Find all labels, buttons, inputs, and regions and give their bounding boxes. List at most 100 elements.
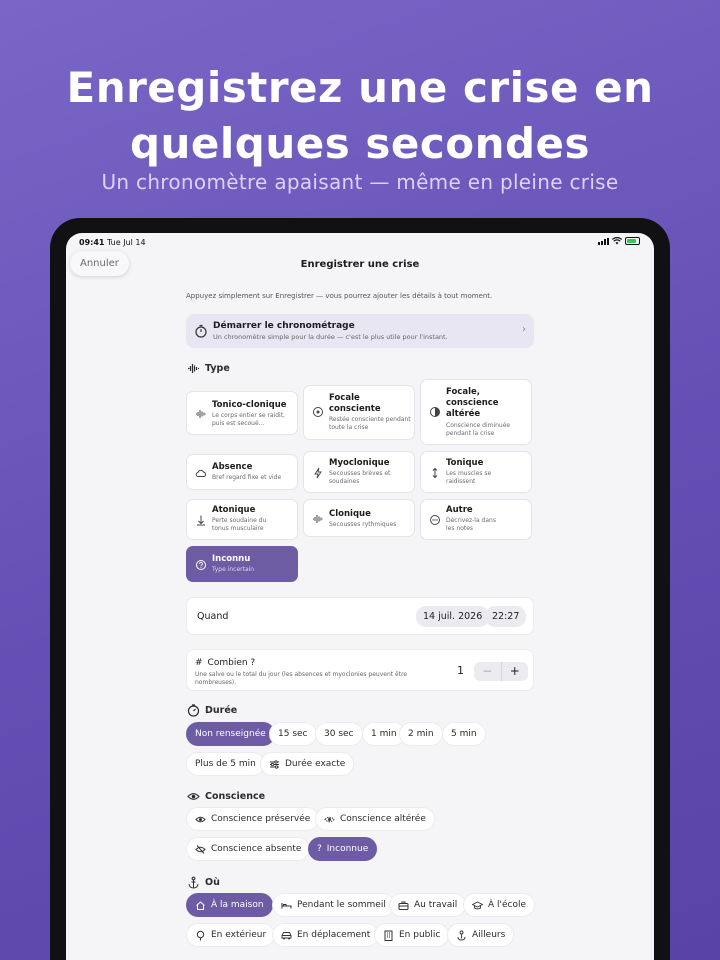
person-pin-icon (457, 930, 466, 940)
awareness-chip-unknown[interactable]: ? Inconnue (308, 837, 378, 861)
count-description: Une salve ou le total du jour (les absen… (195, 671, 408, 686)
location-chip-home[interactable]: À la maison (186, 893, 273, 917)
type-card-clonique[interactable]: Clonique Secousses rythmiques (303, 499, 415, 537)
signal-icon (598, 237, 609, 245)
bed-icon (281, 902, 292, 908)
count-stepper[interactable]: − + (474, 662, 528, 681)
duration-chip[interactable]: 15 sec (269, 722, 317, 746)
type-card-title: Tonique (446, 458, 484, 468)
half-circle-icon (430, 407, 440, 417)
type-card-desc: Secousses rythmiques (329, 521, 397, 528)
type-card-title: Absence (212, 462, 253, 472)
eye-dashed-icon (324, 816, 335, 822)
duration-chip[interactable]: Plus de 5 min (186, 752, 265, 776)
location-chip-work[interactable]: Au travail (389, 893, 467, 917)
timer-title: Démarrer le chronométrage (213, 321, 355, 331)
status-time: 09:41 (79, 238, 105, 247)
type-card-absence[interactable]: Absence Bref regard fixe et vide (186, 454, 298, 490)
type-card-desc: Décrivez-la dans les notes (446, 517, 496, 532)
location-section-label: Où (187, 876, 220, 889)
question-mark-icon: ? (317, 844, 322, 854)
type-card-autre[interactable]: Autre Décrivez-la dans les notes (420, 499, 532, 540)
eye-slash-icon (195, 844, 206, 854)
time-picker[interactable]: 22:27 (485, 606, 527, 627)
type-card-title: Focale consciente (329, 393, 381, 414)
count-value: 1 (457, 664, 464, 677)
duration-chip[interactable]: Non renseignée (186, 722, 275, 746)
type-card-desc: Les muscles se raidissent (446, 470, 492, 485)
type-card-title: Autre (446, 505, 473, 515)
location-chip-school[interactable]: À l'école (463, 893, 536, 917)
type-card-atonique[interactable]: Atonique Perte soudaine du tonus muscula… (186, 499, 298, 540)
question-circle-icon (196, 560, 206, 570)
type-card-title: Inconnu (212, 554, 251, 564)
chevron-right-icon: › (522, 324, 526, 335)
briefcase-icon (398, 901, 409, 910)
status-icons (598, 237, 640, 245)
duration-chip[interactable]: 2 min (399, 722, 443, 746)
status-bar: 09:41 Tue Jul 14 (66, 233, 654, 251)
type-card-title: Focale, conscience altérée (446, 387, 499, 419)
type-card-desc: Conscience diminuée pendant la crise (446, 422, 511, 437)
date-picker[interactable]: 14 juil. 2026 (416, 606, 490, 627)
awareness-chip-preserved[interactable]: Conscience préservée (186, 807, 320, 831)
type-card-inconnu[interactable]: Inconnu Type incertain (186, 546, 298, 582)
ellipsis-circle-icon (430, 515, 440, 525)
app-screen: 09:41 Tue Jul 14 Annuler Enregistrer une… (66, 233, 654, 960)
timer-subtitle: Un chronomètre simple pour la durée — c'… (213, 333, 448, 341)
count-row: # Combien ? Une salve ou le total du jou… (186, 649, 534, 691)
tree-icon (196, 930, 205, 940)
hash-icon: # (195, 658, 203, 668)
arrows-vertical-icon (432, 467, 438, 479)
increment-button[interactable]: + (502, 662, 529, 681)
duration-section-label: Durée (187, 704, 237, 717)
building-icon (384, 930, 393, 941)
hint-text: Appuyez simplement sur Enregistrer — vou… (186, 292, 493, 300)
start-timer-row[interactable]: Démarrer le chronométrage Un chronomètre… (186, 314, 534, 348)
type-card-title: Tonico-clonique (212, 400, 287, 410)
timer-icon (187, 704, 200, 717)
anchor-icon (188, 876, 199, 889)
type-card-desc: Restée consciente pendant toute la crise (329, 416, 411, 431)
type-card-tonico-clonique[interactable]: Tonico-clonique Le corps entier se raidi… (186, 391, 298, 435)
duration-exact-chip[interactable]: Durée exacte (260, 752, 355, 776)
when-label: Quand (197, 611, 229, 622)
cloud-icon (195, 469, 207, 477)
location-chip-transit[interactable]: En déplacement (272, 923, 380, 947)
location-chip-public[interactable]: En public (374, 923, 450, 947)
type-section-label: Type (187, 362, 230, 375)
awareness-chip-altered[interactable]: Conscience altérée (315, 807, 435, 831)
graduation-cap-icon (472, 900, 483, 909)
type-card-tonique[interactable]: Tonique Les muscles se raidissent (420, 451, 532, 493)
type-card-myoclonique[interactable]: Myoclonique Secousses brèves et soudaine… (303, 451, 415, 493)
type-card-desc: Secousses brèves et soudaines (329, 470, 391, 485)
waveform-icon (313, 515, 323, 523)
type-card-focale-consciente[interactable]: Focale consciente Restée consciente pend… (303, 385, 415, 440)
duration-chip[interactable]: 5 min (442, 722, 486, 746)
car-icon (281, 931, 292, 939)
battery-icon (625, 237, 640, 245)
awareness-chip-absent[interactable]: Conscience absente (186, 837, 311, 861)
type-card-focale-alteree[interactable]: Focale, conscience altérée Conscience di… (420, 379, 532, 445)
type-card-title: Myoclonique (329, 458, 390, 468)
eye-icon (195, 816, 206, 822)
bolt-icon (314, 467, 322, 479)
awareness-section-label: Conscience (187, 790, 265, 803)
arrow-down-icon (197, 515, 205, 526)
modal-title: Enregistrer une crise (300, 259, 420, 270)
target-icon (313, 407, 323, 417)
waveform-icon (196, 410, 206, 418)
type-card-desc: Type incertain (212, 566, 255, 573)
duration-chip[interactable]: 30 sec (315, 722, 363, 746)
wifi-icon (612, 237, 622, 245)
subheadline: Un chronomètre apaisant — même en pleine… (101, 170, 619, 194)
waveform-icon (188, 364, 199, 373)
stopwatch-icon (195, 324, 207, 338)
type-card-title: Atonique (212, 505, 256, 515)
location-chip-outdoors[interactable]: En extérieur (186, 923, 276, 947)
type-card-desc: Bref regard fixe et vide (212, 474, 282, 481)
location-chip-elsewhere[interactable]: Ailleurs (447, 923, 515, 947)
count-label: # Combien ? (195, 658, 256, 668)
decrement-button[interactable]: − (474, 662, 502, 681)
location-chip-sleep[interactable]: Pendant le sommeil (272, 893, 395, 917)
